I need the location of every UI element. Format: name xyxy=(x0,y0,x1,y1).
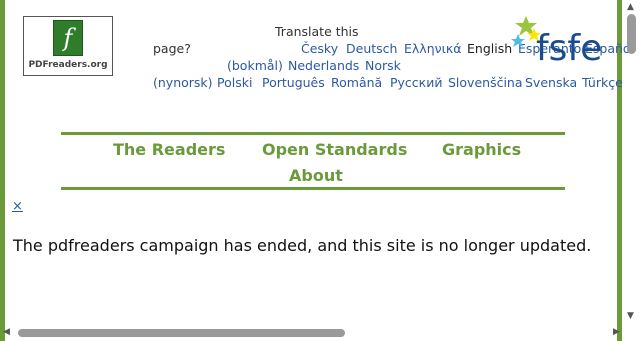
lang-link-polski[interactable]: Polski xyxy=(217,75,252,91)
scroll-up-arrow-icon[interactable]: ▲ xyxy=(627,2,634,12)
nav-about[interactable]: About xyxy=(289,166,343,185)
lang-link-slovenscina[interactable]: Slovenščina xyxy=(448,75,523,91)
fsfe-logo[interactable]: fsfe xyxy=(510,14,610,70)
lang-link-svenska[interactable]: Svenska xyxy=(525,75,577,91)
fsfe-star-blue-icon xyxy=(511,34,525,47)
lang-link-turkce[interactable]: Türkçe xyxy=(582,75,623,91)
lang-link-norsk[interactable]: Norsk xyxy=(365,58,401,74)
lang-link-nynorsk[interactable]: (nynorsk) xyxy=(153,75,213,91)
pdfreaders-logo-text: PDFreaders.org xyxy=(28,60,108,70)
lang-current-english: English xyxy=(467,41,513,56)
translate-prompt-line2: page? xyxy=(153,41,191,56)
pdfreaders-logo-icon: f xyxy=(53,20,83,56)
close-notice-button[interactable]: × xyxy=(12,199,23,214)
fsfe-logo-text: fsfe xyxy=(536,28,602,69)
scroll-down-arrow-icon[interactable]: ▼ xyxy=(627,311,634,321)
lang-link-bokmal[interactable]: (bokmål) xyxy=(227,58,283,74)
nav-the-readers[interactable]: The Readers xyxy=(113,140,225,159)
lang-link-cesky[interactable]: Česky xyxy=(301,41,338,57)
page-border-left xyxy=(0,0,5,341)
lang-link-portugues[interactable]: Português xyxy=(262,75,325,91)
nav-open-standards[interactable]: Open Standards xyxy=(262,140,407,159)
lang-link-romana[interactable]: Română xyxy=(331,75,382,91)
lang-link-ellinika[interactable]: Ελληνικά xyxy=(404,41,461,57)
campaign-ended-notice: The pdfreaders campaign has ended, and t… xyxy=(13,236,592,255)
pdfreaders-logo[interactable]: f PDFreaders.org xyxy=(23,16,113,76)
scroll-left-arrow-icon[interactable]: ◀ xyxy=(3,327,10,337)
nav-top-rule xyxy=(61,132,565,135)
nav-bottom-rule xyxy=(61,187,565,190)
nav-graphics[interactable]: Graphics xyxy=(442,140,521,159)
scroll-right-arrow-icon[interactable]: ▶ xyxy=(613,327,620,337)
lang-link-deutsch[interactable]: Deutsch xyxy=(346,41,397,57)
vertical-scrollbar-thumb[interactable] xyxy=(627,14,636,54)
lang-link-nederlands[interactable]: Nederlands xyxy=(288,58,359,74)
translate-prompt-line1: Translate this xyxy=(275,24,359,39)
lang-link-russkiy[interactable]: Русский xyxy=(390,75,442,91)
horizontal-scrollbar-thumb[interactable] xyxy=(18,329,345,337)
